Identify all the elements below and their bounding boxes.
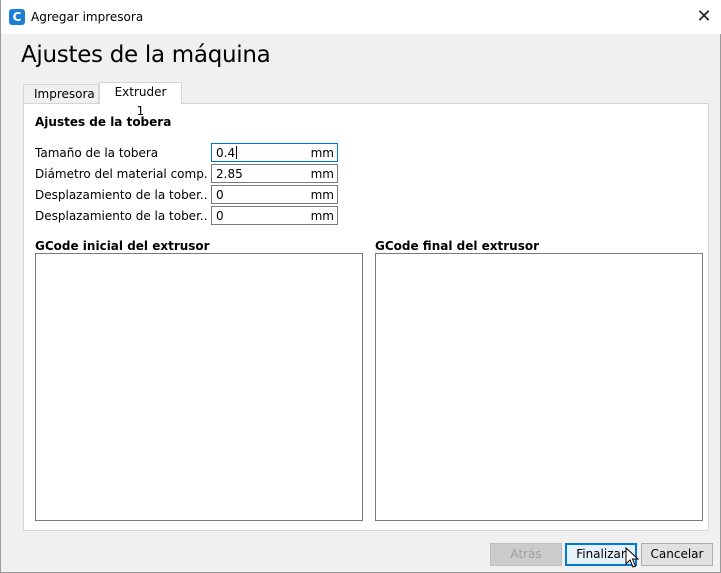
end-gcode-label: GCode final del extrusor [375,239,540,253]
mouse-pointer-icon [625,547,639,568]
nozzle-settings-title: Ajustes de la tobera [35,115,172,129]
title-bar: C Agregar impresora ✕ [1,0,721,34]
nozzle-offset-x-label: Desplazamiento de la tober... [35,188,207,202]
nozzle-offset-y-field[interactable]: 0 mm [211,206,338,225]
nozzle-size-value: 0.4 [216,146,238,160]
close-icon[interactable]: ✕ [686,0,721,34]
unit-label: mm [310,209,334,223]
start-gcode-textarea[interactable] [35,253,363,521]
add-printer-dialog: C Agregar impresora ✕ Ajustes de la máqu… [0,0,721,573]
nozzle-offset-y-label: Desplazamiento de la tober... [35,209,207,223]
start-gcode-label: GCode inicial del extrusor [35,239,210,253]
unit-label: mm [310,167,334,181]
tab-extruder-1[interactable]: Extruder 1 [99,82,182,118]
material-diameter-label: Diámetro del material comp... [35,167,207,181]
tab-printer[interactable]: Impresora [23,84,99,104]
unit-label: mm [310,146,334,160]
nozzle-size-label: Tamaño de la tobera [35,146,159,160]
nozzle-offset-x-value: 0 [216,188,224,202]
material-diameter-field[interactable]: 2.85 mm [211,164,338,183]
nozzle-size-field[interactable]: 0.4 mm [211,143,338,162]
unit-label: mm [310,188,334,202]
back-button[interactable]: Atrás [490,543,562,566]
page-title: Ajustes de la máquina [21,42,271,68]
cura-app-icon: C [9,9,25,25]
cancel-button[interactable]: Cancelar [641,543,713,566]
window-title: Agregar impresora [31,10,144,24]
text-caret [236,146,238,159]
nozzle-offset-x-field[interactable]: 0 mm [211,185,338,204]
nozzle-offset-y-value: 0 [216,209,224,223]
end-gcode-textarea[interactable] [375,253,703,521]
material-diameter-value: 2.85 [216,167,243,181]
